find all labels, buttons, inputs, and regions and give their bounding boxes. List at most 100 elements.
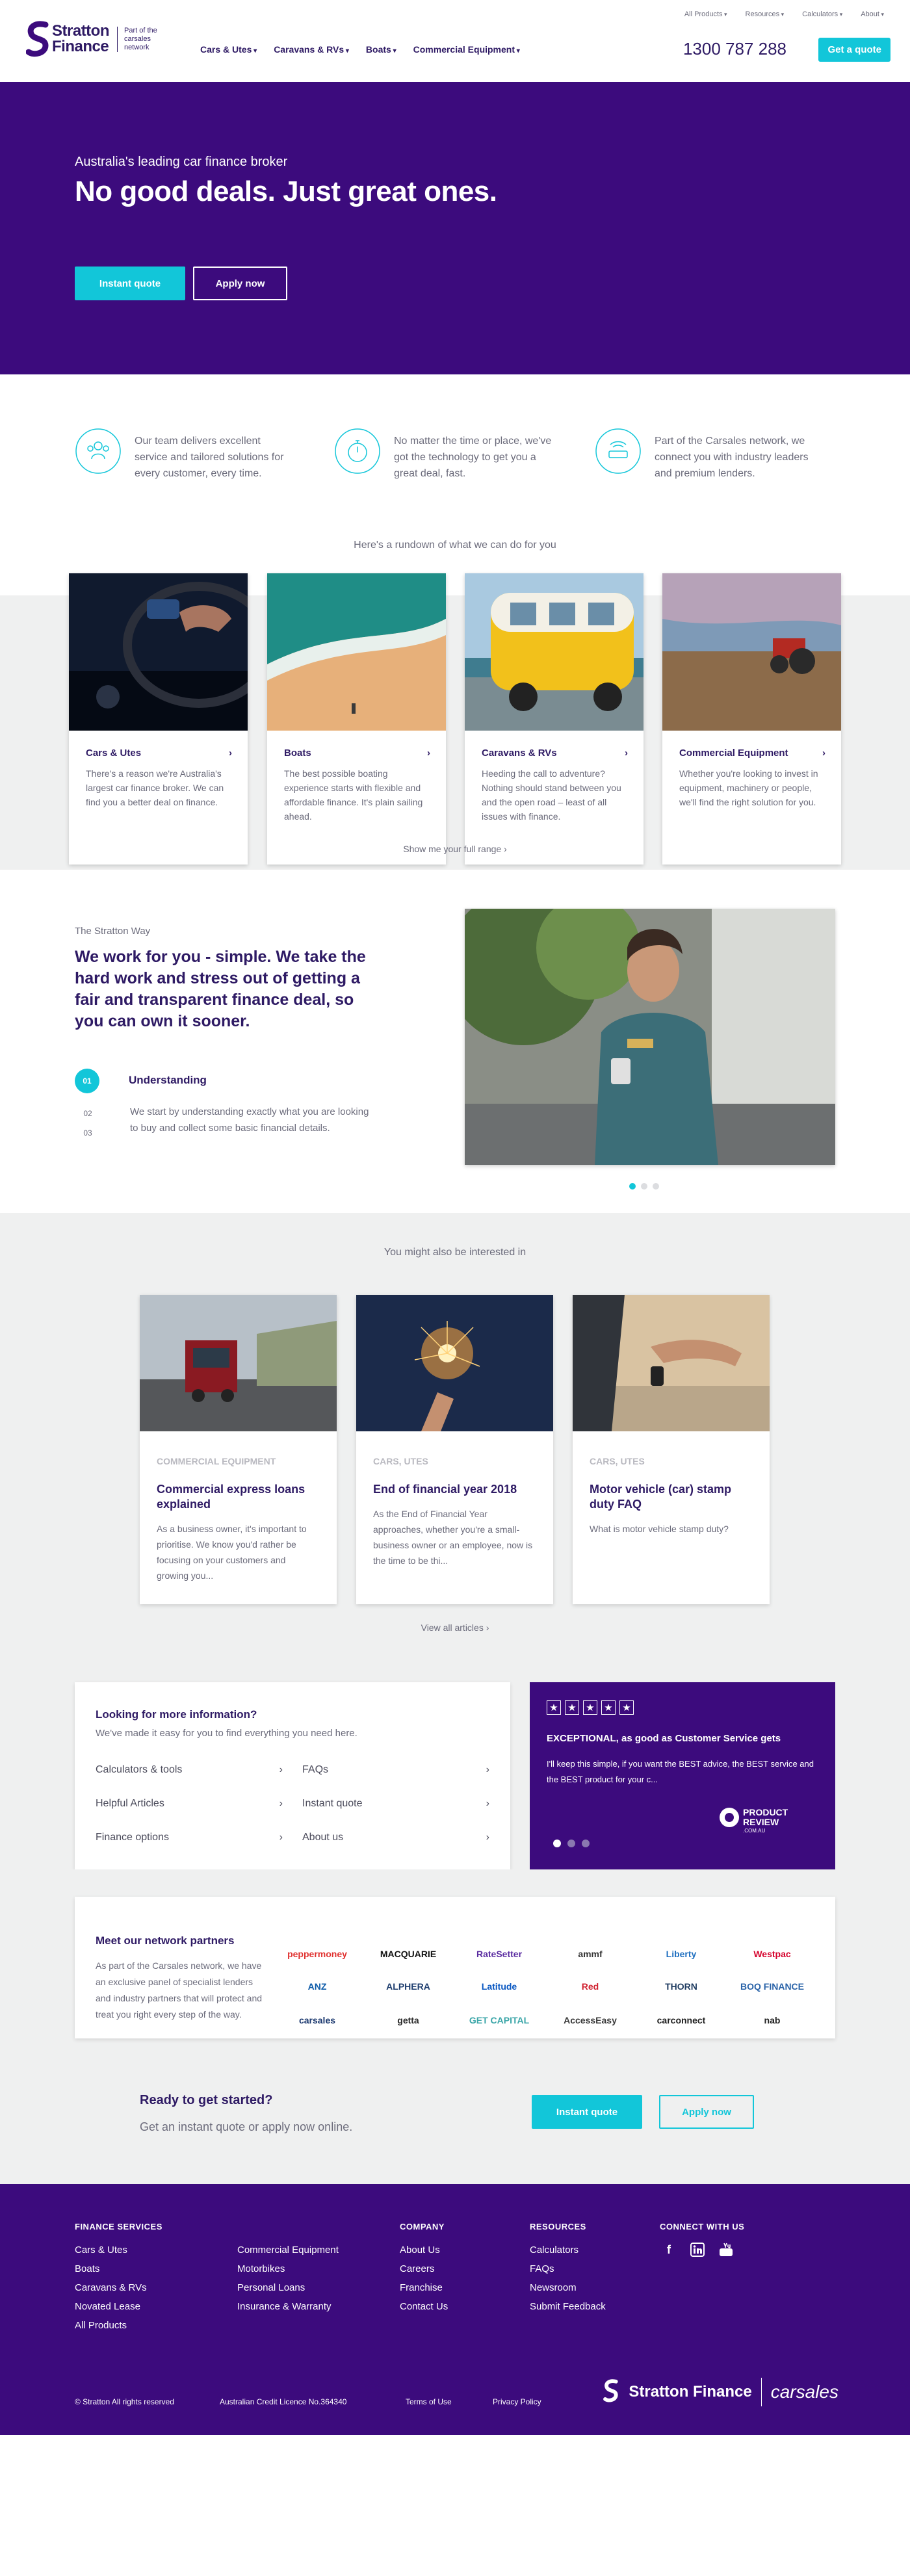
utility-all-products[interactable]: All Products [684,10,727,18]
carousel-dot-3[interactable] [653,1183,659,1190]
product-card-caravans-rvs[interactable]: Caravans & RVs › Heeding the call to adve… [465,573,644,865]
phone-number[interactable]: 1300 787 288 [683,39,786,59]
partner-logo: BOQ FINANCE [740,1981,804,1992]
footer-link[interactable]: Calculators [530,2241,606,2259]
footer-link[interactable]: All Products [75,2316,162,2335]
product-card-cars-utes[interactable]: Cars & Utes › There's a reason we're Aust… [69,573,248,865]
stratton-logo[interactable]: Stratton Finance Part of the carsales ne… [25,21,169,57]
footer-col-finance: FINANCE SERVICES Cars & Utes Boats Carav… [75,2222,162,2335]
link-instant-quote[interactable]: Instant quote › [302,1798,489,1810]
more-info-subtitle: We've made it easy for you to find every… [96,1728,358,1739]
hero-instant-quote-button[interactable]: Instant quote [75,267,185,300]
product-image-car-interior [69,573,248,731]
step-number: 01 [75,1069,99,1093]
footer-link[interactable]: Careers [400,2259,448,2278]
carousel-dots [629,1183,659,1190]
partner-logo: GET CAPITAL [469,2015,530,2025]
ready-apply-now-button[interactable]: Apply now [659,2095,754,2129]
chevron-right-icon: › [486,1798,489,1809]
linkedin-icon[interactable] [688,2241,707,2259]
get-a-quote-button[interactable]: Get a quote [818,38,890,62]
feature-team: Our team delivers excellent service and … [75,428,296,482]
star-icon: ★ [547,1700,561,1715]
footer-link[interactable]: Commercial Equipment [237,2241,339,2259]
utility-about[interactable]: About [861,10,884,18]
partner-logo: Latitude [481,1981,517,1992]
footer-link[interactable]: Personal Loans [237,2278,339,2297]
utility-nav: All Products Resources Calculators About [684,10,884,18]
chevron-right-icon: › [279,1764,283,1775]
product-title-cars-utes: Cars & Utes [86,748,142,759]
nav-commercial-equipment[interactable]: Commercial Equipment [413,44,520,55]
footer-link[interactable]: Franchise [400,2278,448,2297]
product-desc-cars-utes: There's a reason we're Australia's large… [86,768,224,807]
nav-boats[interactable]: Boats [366,44,396,55]
star-icon: ★ [619,1700,634,1715]
show-full-range-link[interactable]: Show me your full range › [0,844,910,854]
rating-stars: ★ ★ ★ ★ ★ [547,1700,634,1715]
link-about-us[interactable]: About us › [302,1832,489,1843]
step-number: 02 [83,1109,92,1118]
footer-link[interactable]: About Us [400,2241,448,2259]
star-icon: ★ [601,1700,616,1715]
footer-link[interactable]: Caravans & RVs [75,2278,162,2297]
hero-title: No good deals. Just great ones. [75,176,497,207]
carousel-dot-2[interactable] [641,1183,647,1190]
link-finance-options[interactable]: Finance options › [96,1832,283,1843]
hero-apply-now-button[interactable]: Apply now [193,267,287,300]
product-review-logo[interactable]: PRODUCT REVIEW .COM.AU [718,1804,809,1834]
product-card-commercial-equipment[interactable]: Commercial Equipment › Whether you're loo… [662,573,841,865]
partner-logo: Liberty [666,1949,697,1959]
partner-logo: THORN [665,1981,697,1992]
step-title: Understanding [129,1074,207,1086]
article-card[interactable]: COMMERCIAL EQUIPMENT Commercial express … [140,1295,337,1604]
footer-link[interactable]: Newsroom [530,2278,606,2297]
pr-logo-line-1: PRODUCT [743,1807,788,1817]
footer-link[interactable]: Boats [75,2259,162,2278]
footer-link[interactable]: Contact Us [400,2297,448,2316]
link-faqs[interactable]: FAQs › [302,1764,489,1776]
link-calculators-tools[interactable]: Calculators & tools › [96,1764,283,1776]
chevron-right-icon: › [486,1832,489,1843]
view-all-articles-link[interactable]: View all articles › [0,1622,910,1633]
article-tag: CARS, UTES [373,1456,428,1466]
nav-caravans-rvs[interactable]: Caravans & RVs [274,44,349,55]
review-dot-1[interactable] [553,1840,561,1847]
article-card[interactable]: CARS, UTES End of financial year 2018 As… [356,1295,553,1604]
footer-link[interactable]: Novated Lease [75,2297,162,2316]
footer-terms-link[interactable]: Terms of Use [406,2397,452,2406]
hero-banner: Australia's leading car finance broker N… [0,82,910,374]
footer-link[interactable]: Cars & Utes [75,2241,162,2259]
footer-link[interactable]: Motorbikes [237,2259,339,2278]
pr-logo-line-3: .COM.AU [743,1828,765,1834]
footer-carsales-logo: carsales [770,2382,838,2402]
review-title: EXCEPTIONAL, as good as Customer Service… [547,1733,781,1744]
site-footer: FINANCE SERVICES Cars & Utes Boats Carav… [0,2184,910,2435]
link-helpful-articles[interactable]: Helpful Articles › [96,1798,283,1810]
nav-cars-utes[interactable]: Cars & Utes [200,44,257,55]
review-dot-3[interactable] [582,1840,590,1847]
review-dot-2[interactable] [567,1840,575,1847]
footer-link[interactable]: Submit Feedback [530,2297,606,2316]
youtube-icon[interactable] [717,2241,735,2259]
article-image-truck [140,1295,337,1431]
utility-calculators[interactable]: Calculators [802,10,842,18]
chevron-right-icon: › [625,748,628,759]
footer-link[interactable]: FAQs [530,2259,606,2278]
utility-resources[interactable]: Resources [746,10,785,18]
article-card[interactable]: CARS, UTES Motor vehicle (car) stamp dut… [573,1295,770,1604]
facebook-icon[interactable]: f [660,2241,678,2259]
partner-logo: ANZ [307,1981,327,1992]
carousel-dot-1[interactable] [629,1183,636,1190]
ready-instant-quote-button[interactable]: Instant quote [532,2095,642,2129]
way-kicker: The Stratton Way [75,926,151,937]
review-carousel: ★ ★ ★ ★ ★ EXCEPTIONAL, as good as Custom… [530,1682,835,1869]
footer-link[interactable]: Insurance & Warranty [237,2297,339,2316]
product-card-boats[interactable]: Boats › The best possible boating experie… [267,573,446,865]
article-image-sparkler [356,1295,553,1431]
ready-title: Ready to get started? [140,2093,273,2107]
review-carousel-dots [553,1840,590,1847]
partners-box: Meet our network partners As part of the… [75,1897,835,2038]
hero-kicker: Australia's leading car finance broker [75,155,288,169]
footer-privacy-link[interactable]: Privacy Policy [493,2397,541,2406]
